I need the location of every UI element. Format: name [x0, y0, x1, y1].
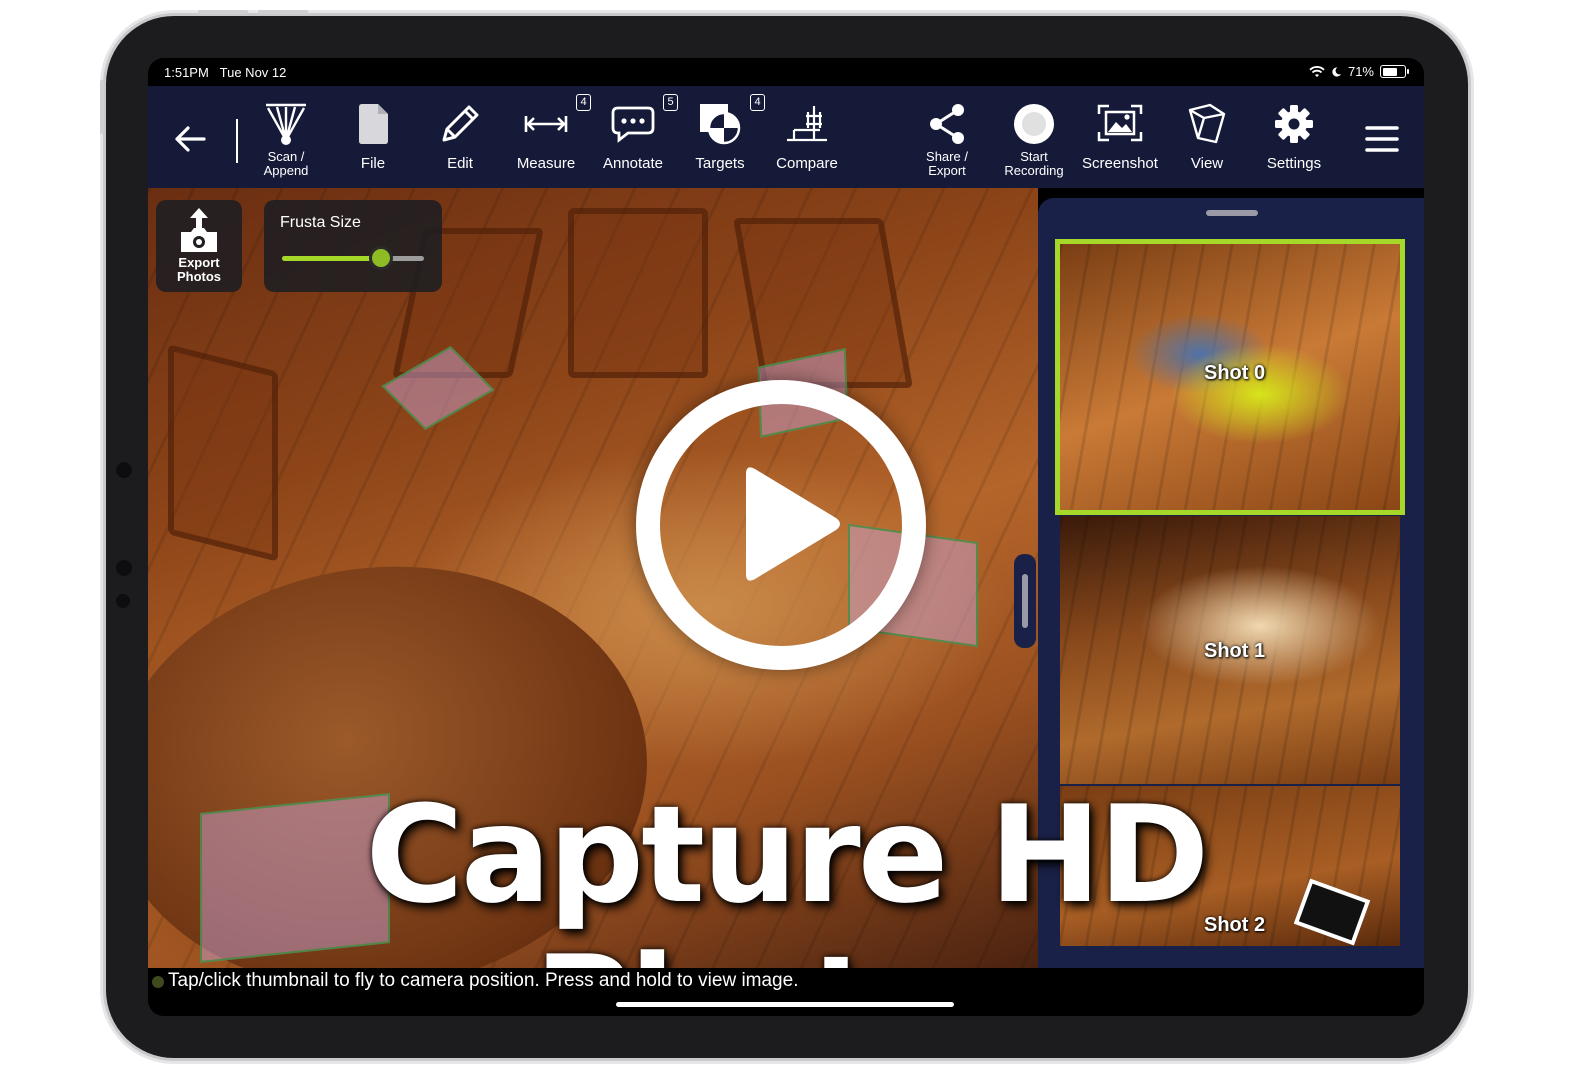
compare-icon	[787, 106, 827, 142]
share-export-label: Share / Export	[926, 149, 968, 178]
edit-button[interactable]: Edit	[418, 86, 502, 188]
pencil-icon	[442, 105, 479, 142]
measure-button[interactable]: 4 Measure	[504, 86, 591, 188]
slider-thumb[interactable]	[369, 246, 394, 270]
top-button-right	[258, 10, 308, 14]
battery-percent: 71%	[1347, 64, 1374, 79]
play-icon	[746, 467, 840, 581]
camera-sensor	[116, 462, 132, 478]
camera-flash	[116, 594, 130, 608]
file-button[interactable]: File	[331, 86, 415, 188]
export-photos-button[interactable]: Export Photos	[156, 200, 242, 292]
shot-1-label: Shot 1	[1204, 640, 1266, 662]
screenshot-label: Screenshot	[1082, 155, 1158, 172]
compare-label: Compare	[776, 155, 838, 172]
status-dot	[152, 976, 164, 988]
panel-grab-handle[interactable]	[1206, 210, 1258, 216]
frusta-size-slider[interactable]	[282, 246, 424, 270]
status-icons: 71%	[1309, 64, 1409, 79]
annotate-button[interactable]: 5 Annotate	[591, 86, 678, 188]
battery-icon	[1380, 65, 1409, 78]
back-button[interactable]	[148, 86, 232, 188]
hamburger-menu-icon	[1365, 126, 1399, 152]
status-bar: 1:51PM Tue Nov 12 71%	[148, 58, 1424, 86]
app-screen: 1:51PM Tue Nov 12 71% Scan / Append File…	[148, 58, 1424, 1016]
hint-bar: Tap/click thumbnail to fly to camera pos…	[148, 968, 1424, 1016]
frusta-size-label: Frusta Size	[280, 214, 361, 231]
speech-bubble-icon	[611, 106, 655, 143]
frusta-size-control: Frusta Size	[264, 200, 442, 292]
side-button	[100, 80, 104, 134]
moon-icon	[1332, 66, 1342, 77]
targets-count-badge: 4	[750, 94, 765, 111]
share-export-button[interactable]: Share / Export	[905, 86, 989, 188]
wall-panel	[568, 208, 708, 378]
toolbar: Scan / Append File Edit 4 Measure 5 Anno…	[148, 86, 1424, 188]
status-date: Tue Nov 12	[219, 65, 287, 80]
wifi-icon	[1309, 65, 1325, 77]
screenshot-button[interactable]: Screenshot	[1078, 86, 1162, 188]
target-icon	[700, 104, 741, 145]
scan-append-button[interactable]: Scan / Append	[244, 86, 328, 188]
scan-append-label: Scan / Append	[263, 149, 309, 178]
view-label: View	[1190, 155, 1224, 172]
targets-button[interactable]: 4 Targets	[678, 86, 765, 188]
top-button-left	[198, 10, 248, 14]
slider-fill	[282, 256, 382, 261]
settings-label: Settings	[1266, 155, 1322, 172]
back-arrow-icon	[175, 126, 206, 152]
measure-count-badge: 4	[576, 94, 591, 111]
wall-panel	[168, 344, 278, 562]
record-icon	[1014, 104, 1054, 144]
file-icon	[359, 104, 388, 144]
camera-lens	[116, 560, 132, 576]
start-recording-button[interactable]: Start Recording	[992, 86, 1076, 188]
annotate-label: Annotate	[602, 155, 664, 172]
targets-label: Targets	[695, 155, 745, 172]
share-icon	[930, 104, 964, 144]
cube-icon	[1188, 103, 1226, 144]
battery-fill	[1382, 67, 1398, 76]
view-button[interactable]: View	[1165, 86, 1249, 188]
file-label: File	[360, 155, 386, 172]
annotate-count-badge: 5	[663, 94, 678, 111]
shot-0-label: Shot 0	[1204, 362, 1266, 384]
menu-button[interactable]	[1340, 86, 1424, 188]
thumbnail-shot-0[interactable]: Shot 0	[1055, 239, 1405, 515]
edit-label: Edit	[447, 155, 473, 172]
settings-button[interactable]: Settings	[1252, 86, 1336, 188]
measure-icon	[524, 116, 568, 132]
screenshot-icon	[1097, 104, 1143, 142]
status-time: 1:51PM	[164, 65, 209, 80]
hint-text: Tap/click thumbnail to fly to camera pos…	[168, 970, 799, 991]
gear-icon	[1275, 105, 1313, 143]
measure-label: Measure	[516, 155, 576, 172]
toolbar-divider	[236, 119, 238, 163]
export-photos-label: Export Photos	[176, 255, 222, 284]
start-recording-label: Start Recording	[1004, 149, 1064, 178]
panel-resize-handle[interactable]	[1014, 554, 1036, 648]
play-button[interactable]	[636, 380, 926, 670]
home-indicator[interactable]	[616, 1002, 954, 1007]
scan-icon	[266, 103, 306, 145]
compare-button[interactable]: Compare	[765, 86, 849, 188]
export-photo-icon	[181, 208, 217, 252]
thumbnail-shot-1[interactable]: Shot 1	[1060, 516, 1400, 784]
